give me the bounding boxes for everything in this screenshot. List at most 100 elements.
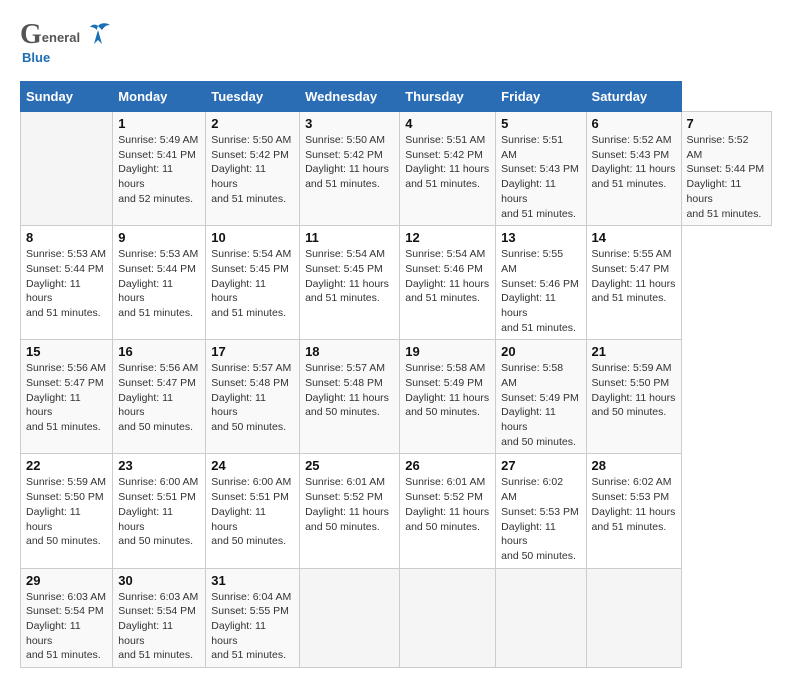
day-info: Sunrise: 5:52 AM Sunset: 5:43 PM Dayligh…: [592, 133, 676, 192]
day-number: 7: [687, 116, 766, 131]
day-info: Sunrise: 5:59 AM Sunset: 5:50 PM Dayligh…: [592, 361, 676, 420]
page-header: G eneral Blue: [20, 20, 772, 65]
day-number: 14: [592, 230, 676, 245]
calendar-day: 14 Sunrise: 5:55 AM Sunset: 5:47 PM Dayli…: [586, 226, 681, 340]
day-info: Sunrise: 6:02 AM Sunset: 5:53 PM Dayligh…: [592, 475, 676, 534]
day-number: 21: [592, 344, 676, 359]
col-tuesday: Tuesday: [206, 82, 300, 112]
day-info: Sunrise: 5:58 AM Sunset: 5:49 PM Dayligh…: [501, 361, 580, 449]
day-number: 27: [501, 458, 580, 473]
day-number: 25: [305, 458, 394, 473]
day-number: 13: [501, 230, 580, 245]
calendar-day: 10 Sunrise: 5:54 AM Sunset: 5:45 PM Dayli…: [206, 226, 300, 340]
day-info: Sunrise: 5:54 AM Sunset: 5:45 PM Dayligh…: [211, 247, 294, 320]
day-info: Sunrise: 6:02 AM Sunset: 5:53 PM Dayligh…: [501, 475, 580, 563]
calendar-day: 15 Sunrise: 5:56 AM Sunset: 5:47 PM Dayli…: [21, 340, 113, 454]
calendar-day: 2Sunrise: 5:50 AM Sunset: 5:42 PM Daylig…: [206, 112, 300, 226]
calendar-day: [586, 568, 681, 667]
day-info: Sunrise: 5:57 AM Sunset: 5:48 PM Dayligh…: [211, 361, 294, 434]
calendar-day: 25 Sunrise: 6:01 AM Sunset: 5:52 PM Dayli…: [300, 454, 400, 568]
col-monday: Monday: [113, 82, 206, 112]
day-number: 24: [211, 458, 294, 473]
calendar-week-3: 15 Sunrise: 5:56 AM Sunset: 5:47 PM Dayli…: [21, 340, 772, 454]
day-info: Sunrise: 5:53 AM Sunset: 5:44 PM Dayligh…: [26, 247, 107, 320]
day-info: Sunrise: 6:03 AM Sunset: 5:54 PM Dayligh…: [118, 590, 200, 663]
calendar-day: 22 Sunrise: 5:59 AM Sunset: 5:50 PM Dayli…: [21, 454, 113, 568]
day-number: 17: [211, 344, 294, 359]
col-saturday: Saturday: [586, 82, 681, 112]
calendar-day: 9 Sunrise: 5:53 AM Sunset: 5:44 PM Daylig…: [113, 226, 206, 340]
calendar-day: 17 Sunrise: 5:57 AM Sunset: 5:48 PM Dayli…: [206, 340, 300, 454]
day-number: 9: [118, 230, 200, 245]
col-thursday: Thursday: [400, 82, 496, 112]
calendar-day: 6 Sunrise: 5:52 AM Sunset: 5:43 PM Daylig…: [586, 112, 681, 226]
calendar-day: 4Sunrise: 5:51 AM Sunset: 5:42 PM Daylig…: [400, 112, 496, 226]
calendar-table: Sunday Monday Tuesday Wednesday Thursday…: [20, 81, 772, 668]
day-info: Sunrise: 5:54 AM Sunset: 5:46 PM Dayligh…: [405, 247, 490, 306]
day-number: 22: [26, 458, 107, 473]
day-info: Sunrise: 6:00 AM Sunset: 5:51 PM Dayligh…: [211, 475, 294, 548]
day-number: 10: [211, 230, 294, 245]
calendar-day: 16Sunrise: 5:56 AM Sunset: 5:47 PM Dayli…: [113, 340, 206, 454]
calendar-day: [496, 568, 586, 667]
calendar-day: 20 Sunrise: 5:58 AM Sunset: 5:49 PM Dayli…: [496, 340, 586, 454]
day-number: 11: [305, 230, 394, 245]
calendar-week-1: 1Sunrise: 5:49 AM Sunset: 5:41 PM Daylig…: [21, 112, 772, 226]
day-number: 20: [501, 344, 580, 359]
day-info: Sunrise: 5:55 AM Sunset: 5:46 PM Dayligh…: [501, 247, 580, 335]
calendar-day: 28 Sunrise: 6:02 AM Sunset: 5:53 PM Dayli…: [586, 454, 681, 568]
calendar-day: 27 Sunrise: 6:02 AM Sunset: 5:53 PM Dayli…: [496, 454, 586, 568]
col-sunday: Sunday: [21, 82, 113, 112]
calendar-day: 7 Sunrise: 5:52 AM Sunset: 5:44 PM Daylig…: [681, 112, 771, 226]
calendar-week-5: 29Sunrise: 6:03 AM Sunset: 5:54 PM Dayli…: [21, 568, 772, 667]
calendar-day: 11Sunrise: 5:54 AM Sunset: 5:45 PM Dayli…: [300, 226, 400, 340]
calendar-day: [21, 112, 113, 226]
calendar-day: 13 Sunrise: 5:55 AM Sunset: 5:46 PM Dayli…: [496, 226, 586, 340]
calendar-day: 24 Sunrise: 6:00 AM Sunset: 5:51 PM Dayli…: [206, 454, 300, 568]
day-number: 12: [405, 230, 490, 245]
day-info: Sunrise: 6:03 AM Sunset: 5:54 PM Dayligh…: [26, 590, 107, 663]
day-info: Sunrise: 5:56 AM Sunset: 5:47 PM Dayligh…: [118, 361, 200, 434]
calendar-day: 12 Sunrise: 5:54 AM Sunset: 5:46 PM Dayli…: [400, 226, 496, 340]
day-info: Sunrise: 6:01 AM Sunset: 5:52 PM Dayligh…: [405, 475, 490, 534]
logo-g-letter: G: [20, 20, 42, 51]
day-number: 28: [592, 458, 676, 473]
day-number: 6: [592, 116, 676, 131]
calendar-day: 1Sunrise: 5:49 AM Sunset: 5:41 PM Daylig…: [113, 112, 206, 226]
day-info: Sunrise: 5:58 AM Sunset: 5:49 PM Dayligh…: [405, 361, 490, 420]
calendar-day: [400, 568, 496, 667]
day-number: 18: [305, 344, 394, 359]
day-info: Sunrise: 5:57 AM Sunset: 5:48 PM Dayligh…: [305, 361, 394, 420]
calendar-day: 3 Sunrise: 5:50 AM Sunset: 5:42 PM Daylig…: [300, 112, 400, 226]
day-info: Sunrise: 5:56 AM Sunset: 5:47 PM Dayligh…: [26, 361, 107, 434]
calendar-day: 31Sunrise: 6:04 AM Sunset: 5:55 PM Dayli…: [206, 568, 300, 667]
day-info: Sunrise: 5:50 AM Sunset: 5:42 PM Dayligh…: [305, 133, 394, 192]
calendar-day: 18 Sunrise: 5:57 AM Sunset: 5:48 PM Dayli…: [300, 340, 400, 454]
day-info: Sunrise: 5:52 AM Sunset: 5:44 PM Dayligh…: [687, 133, 766, 221]
day-info: Sunrise: 5:50 AM Sunset: 5:42 PM Dayligh…: [211, 133, 294, 206]
calendar-day: [300, 568, 400, 667]
calendar-day: 19Sunrise: 5:58 AM Sunset: 5:49 PM Dayli…: [400, 340, 496, 454]
day-number: 31: [211, 573, 294, 588]
calendar-day: 23 Sunrise: 6:00 AM Sunset: 5:51 PM Dayli…: [113, 454, 206, 568]
calendar-week-2: 8Sunrise: 5:53 AM Sunset: 5:44 PM Daylig…: [21, 226, 772, 340]
day-number: 3: [305, 116, 394, 131]
day-number: 1: [118, 116, 200, 131]
calendar-day: 5 Sunrise: 5:51 AM Sunset: 5:43 PM Daylig…: [496, 112, 586, 226]
bird-icon: [84, 22, 112, 44]
day-number: 23: [118, 458, 200, 473]
logo-eneral: eneral: [42, 31, 80, 45]
day-info: Sunrise: 5:53 AM Sunset: 5:44 PM Dayligh…: [118, 247, 200, 320]
day-info: Sunrise: 5:59 AM Sunset: 5:50 PM Dayligh…: [26, 475, 107, 548]
day-info: Sunrise: 5:55 AM Sunset: 5:47 PM Dayligh…: [592, 247, 676, 306]
day-number: 30: [118, 573, 200, 588]
day-info: Sunrise: 6:01 AM Sunset: 5:52 PM Dayligh…: [305, 475, 394, 534]
col-friday: Friday: [496, 82, 586, 112]
col-wednesday: Wednesday: [300, 82, 400, 112]
day-number: 15: [26, 344, 107, 359]
day-info: Sunrise: 5:51 AM Sunset: 5:43 PM Dayligh…: [501, 133, 580, 221]
calendar-day: 26Sunrise: 6:01 AM Sunset: 5:52 PM Dayli…: [400, 454, 496, 568]
day-number: 5: [501, 116, 580, 131]
day-number: 4: [405, 116, 490, 131]
day-info: Sunrise: 6:00 AM Sunset: 5:51 PM Dayligh…: [118, 475, 200, 548]
